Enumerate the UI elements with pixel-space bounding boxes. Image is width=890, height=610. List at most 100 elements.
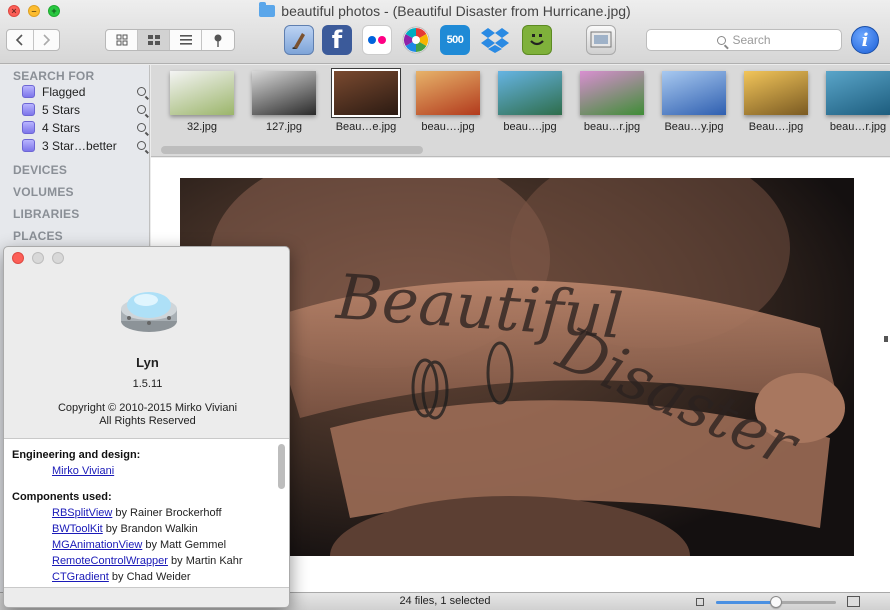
flickr-icon bbox=[368, 36, 386, 44]
search-icon[interactable] bbox=[137, 87, 146, 96]
component-link[interactable]: CTGradient bbox=[52, 571, 109, 583]
history-navigation bbox=[6, 29, 60, 51]
thumbnail[interactable] bbox=[332, 69, 400, 117]
resize-marker bbox=[884, 336, 888, 342]
author-link[interactable]: Mirko Viviani bbox=[52, 465, 114, 477]
smart-folder-icon bbox=[22, 139, 35, 152]
thumbnail[interactable] bbox=[416, 71, 480, 115]
facebook-button[interactable]: f bbox=[322, 25, 352, 55]
zoom-slider-fill bbox=[716, 601, 776, 604]
main-window: × – + beautiful photos - (Beautiful Disa… bbox=[0, 0, 890, 610]
component-author: by Matt Gemmel bbox=[142, 539, 227, 551]
smart-folder-icon bbox=[22, 103, 35, 116]
500px-button[interactable]: 500 bbox=[440, 25, 470, 55]
sidebar-item-3-stars[interactable]: 3 Star…better bbox=[22, 137, 146, 154]
sidebar-heading-libraries[interactable]: LIBRARIES bbox=[13, 207, 79, 221]
window-title-text: beautiful photos - (Beautiful Disaster f… bbox=[281, 3, 631, 19]
view-list-button[interactable] bbox=[170, 30, 202, 50]
slideshow-icon bbox=[590, 31, 612, 48]
edit-icon bbox=[292, 33, 305, 49]
file-count: 24 files, 1 selected bbox=[399, 595, 491, 607]
component-link[interactable]: RemoteControlWrapper bbox=[52, 555, 168, 567]
view-grid-large-button[interactable] bbox=[138, 30, 170, 50]
sidebar-heading-volumes[interactable]: VOLUMES bbox=[13, 185, 74, 199]
back-button[interactable] bbox=[7, 30, 34, 50]
thumbnail[interactable] bbox=[826, 71, 890, 115]
dropbox-button[interactable] bbox=[480, 25, 510, 55]
zoom-large-icon[interactable] bbox=[847, 596, 860, 607]
about-window: Lyn 1.5.11 Copyright © 2010-2015 Mirko V… bbox=[3, 246, 290, 608]
thumbnail-label: 127.jpg bbox=[265, 121, 303, 133]
grid-large-icon bbox=[147, 35, 160, 45]
component-link[interactable]: RBSplitView bbox=[52, 507, 112, 519]
horizontal-scrollbar[interactable] bbox=[161, 146, 423, 154]
search-placeholder: Search bbox=[732, 33, 771, 47]
zoom-small-icon[interactable] bbox=[696, 598, 704, 606]
credits-panel[interactable]: Engineering and design: Mirko Viviani Co… bbox=[4, 438, 289, 588]
slideshow-button[interactable] bbox=[586, 25, 616, 55]
thumbnail-label: 32.jpg bbox=[187, 121, 217, 133]
component-item: MGAnimationView by Matt Gemmel bbox=[52, 539, 226, 551]
sidebar-heading-places[interactable]: PLACES bbox=[13, 229, 63, 243]
search-field[interactable]: Search bbox=[646, 29, 842, 51]
copyright-line: Copyright © 2010-2015 Mirko Viviani bbox=[57, 402, 238, 414]
about-close-button[interactable] bbox=[12, 252, 24, 264]
thumbnail[interactable] bbox=[744, 71, 808, 115]
component-link[interactable]: BWToolKit bbox=[52, 523, 103, 535]
rights-line: All Rights Reserved bbox=[99, 415, 196, 427]
component-item: BWToolKit by Brandon Walkin bbox=[52, 523, 198, 535]
thumbnail-label: beau…r.jpg bbox=[829, 121, 887, 133]
flickr-button[interactable] bbox=[362, 25, 392, 55]
forward-button[interactable] bbox=[34, 30, 60, 50]
components-heading: Components used: bbox=[12, 491, 112, 503]
grid-small-icon bbox=[116, 34, 127, 46]
component-author: by Chad Weider bbox=[108, 571, 191, 583]
component-author: by Brandon Walkin bbox=[102, 523, 198, 535]
chevron-right-icon bbox=[43, 34, 51, 46]
search-icon[interactable] bbox=[137, 123, 146, 132]
thumbnail[interactable] bbox=[170, 71, 234, 115]
thumbnail-label: beau….jpg bbox=[421, 121, 475, 133]
window-title: beautiful photos - (Beautiful Disaster f… bbox=[0, 2, 890, 19]
view-map-button[interactable] bbox=[202, 30, 234, 50]
view-mode-selector bbox=[105, 29, 235, 51]
thumbnail[interactable] bbox=[498, 71, 562, 115]
thumbnail[interactable] bbox=[580, 71, 644, 115]
sidebar-item-flagged[interactable]: Flagged bbox=[22, 83, 146, 100]
sidebar-heading-devices[interactable]: DEVICES bbox=[13, 163, 67, 177]
edit-button[interactable] bbox=[284, 25, 314, 55]
view-grid-small-button[interactable] bbox=[106, 30, 138, 50]
folder-icon bbox=[259, 2, 276, 17]
component-author: by Martin Kahr bbox=[167, 555, 243, 567]
picasa-icon bbox=[402, 26, 430, 54]
sidebar-item-5-stars[interactable]: 5 Stars bbox=[22, 101, 146, 118]
search-icon[interactable] bbox=[137, 141, 146, 150]
list-icon bbox=[179, 35, 192, 45]
toolbar: × – + beautiful photos - (Beautiful Disa… bbox=[0, 0, 890, 64]
sidebar-item-label: 3 Star…better bbox=[42, 138, 117, 153]
search-icon[interactable] bbox=[137, 105, 146, 114]
info-button[interactable]: i bbox=[851, 26, 879, 54]
sidebar-item-4-stars[interactable]: 4 Stars bbox=[22, 119, 146, 136]
engineering-author: Mirko Viviani bbox=[52, 465, 114, 477]
component-link[interactable]: MGAnimationView bbox=[52, 539, 142, 551]
component-item: RemoteControlWrapper by Martin Kahr bbox=[52, 555, 243, 567]
picasa-button[interactable] bbox=[401, 25, 431, 55]
app-name: Lyn bbox=[136, 355, 159, 370]
thumbnail[interactable] bbox=[662, 71, 726, 115]
credits-scrollbar[interactable] bbox=[278, 444, 285, 489]
pin-icon bbox=[214, 34, 222, 47]
smart-folder-icon bbox=[22, 121, 35, 134]
zoom-slider-knob[interactable] bbox=[770, 596, 782, 608]
thumbnail[interactable] bbox=[252, 71, 316, 115]
zoom-slider[interactable] bbox=[716, 596, 836, 608]
component-item: RBSplitView by Rainer Brockerhoff bbox=[52, 507, 222, 519]
component-item: CTGradient by Chad Weider bbox=[52, 571, 191, 583]
info-icon: i bbox=[861, 29, 869, 51]
app-version: 1.5.11 bbox=[132, 378, 163, 390]
app-icon bbox=[121, 292, 177, 332]
thumbnail-label: beau…r.jpg bbox=[583, 121, 641, 133]
sidebar-item-label: 5 Stars bbox=[42, 102, 81, 117]
smugmug-button[interactable] bbox=[522, 25, 552, 55]
dropbox-icon bbox=[481, 28, 509, 53]
